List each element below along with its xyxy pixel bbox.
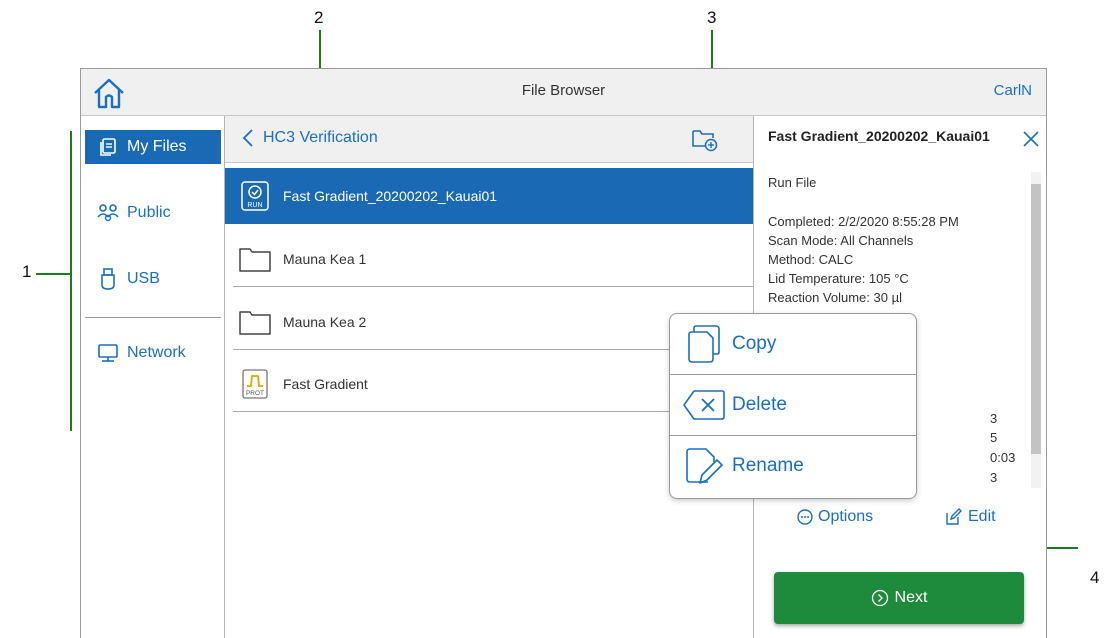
file-name: Fast Gradient_20200202_Kauai01: [283, 188, 498, 204]
chevron-left-icon: [242, 129, 253, 147]
callout-line-1-vertical: [70, 131, 72, 431]
callout-line-1-horizontal: [36, 273, 70, 275]
folder-icon: [237, 241, 273, 277]
copy-icon: [682, 322, 726, 366]
options-popup-menu: Copy Delete Rename: [669, 313, 917, 499]
sidebar-item-public[interactable]: Public: [85, 196, 221, 230]
folder-header: HC3 Verification: [225, 116, 753, 163]
property-line: Completed: 2/2/2020 8:55:28 PM: [768, 214, 959, 229]
menu-item-label: Rename: [732, 455, 804, 476]
details-scrollbar-thumb[interactable]: [1031, 184, 1041, 454]
details-properties: Completed: 2/2/2020 8:55:28 PM Scan Mode…: [768, 212, 1030, 307]
file-name: Fast Gradient: [283, 376, 368, 392]
sidebar-item-label: Public: [127, 204, 171, 221]
close-button[interactable]: [1022, 130, 1040, 148]
menu-item-copy[interactable]: Copy: [670, 314, 916, 374]
files-icon: [95, 137, 121, 157]
people-icon: [95, 203, 121, 223]
property-line: Lid Temperature: 105 °C: [768, 271, 909, 286]
next-label: Next: [894, 589, 928, 606]
callout-4: 4: [1090, 568, 1100, 587]
property-line: Method: CALC: [768, 252, 854, 267]
run-file-icon: RUN: [237, 178, 273, 214]
details-file-name: Fast Gradient_20200202_Kauai01: [768, 128, 990, 144]
sidebar-item-label: My Files: [127, 138, 187, 155]
edit-icon: [946, 508, 962, 525]
callout-2: 2: [314, 8, 324, 27]
menu-item-rename[interactable]: Rename: [670, 436, 916, 496]
current-folder-name: HC3 Verification: [263, 129, 378, 146]
menu-item-delete[interactable]: Delete: [670, 375, 916, 435]
file-name: Mauna Kea 1: [283, 251, 367, 267]
new-folder-icon: [692, 130, 718, 152]
file-row[interactable]: Mauna Kea 1: [225, 231, 753, 287]
sidebar-divider: [85, 317, 221, 318]
row-divider: [233, 286, 753, 287]
file-name: Mauna Kea 2: [283, 314, 367, 330]
partial-value: 3: [990, 411, 998, 426]
sidebar: My Files Public USB Network: [81, 116, 225, 638]
backspace-delete-icon: [682, 383, 726, 427]
circle-arrow-right-icon: [871, 589, 888, 607]
sidebar-item-label: USB: [127, 270, 160, 287]
edit-label: Edit: [968, 508, 996, 525]
usb-icon: [95, 268, 121, 290]
sidebar-item-usb[interactable]: USB: [85, 262, 221, 296]
options-button[interactable]: Options: [796, 508, 873, 526]
menu-item-label: Delete: [732, 394, 787, 415]
page-title: File Browser: [521, 82, 606, 99]
protocol-file-icon: PROT: [237, 366, 273, 402]
file-row-selected[interactable]: RUN Fast Gradient_20200202_Kauai01: [225, 168, 753, 224]
property-line: Reaction Volume: 30 µl: [768, 290, 902, 305]
prot-badge: PROT: [246, 390, 264, 397]
sidebar-item-network[interactable]: Network: [85, 336, 221, 370]
back-breadcrumb[interactable]: HC3 Verification: [241, 128, 378, 148]
partial-value: 0:03: [990, 450, 1016, 465]
partial-value: 3: [990, 470, 998, 485]
rename-icon: [682, 444, 726, 488]
menu-item-label: Copy: [732, 333, 777, 354]
edit-button[interactable]: Edit: [944, 508, 996, 526]
partial-value: 5: [990, 430, 998, 445]
title-bar: File Browser CarlN: [81, 69, 1046, 116]
details-actions: Options Edit: [754, 508, 1046, 538]
sidebar-item-label: Network: [127, 344, 186, 361]
callout-1: 1: [22, 262, 32, 281]
run-badge: RUN: [247, 202, 262, 209]
details-file-type: Run File: [768, 175, 817, 190]
sidebar-item-my-files[interactable]: My Files: [85, 130, 221, 164]
more-options-icon: [797, 509, 813, 525]
options-label: Options: [818, 508, 874, 525]
close-icon: [1023, 131, 1039, 147]
property-line: Scan Mode: All Channels: [768, 233, 914, 248]
user-name[interactable]: CarlN: [994, 82, 1032, 99]
new-folder-button[interactable]: [691, 126, 719, 152]
folder-icon: [237, 304, 273, 340]
network-icon: [95, 343, 121, 363]
next-button[interactable]: Next: [774, 572, 1024, 624]
callout-3: 3: [707, 8, 717, 27]
